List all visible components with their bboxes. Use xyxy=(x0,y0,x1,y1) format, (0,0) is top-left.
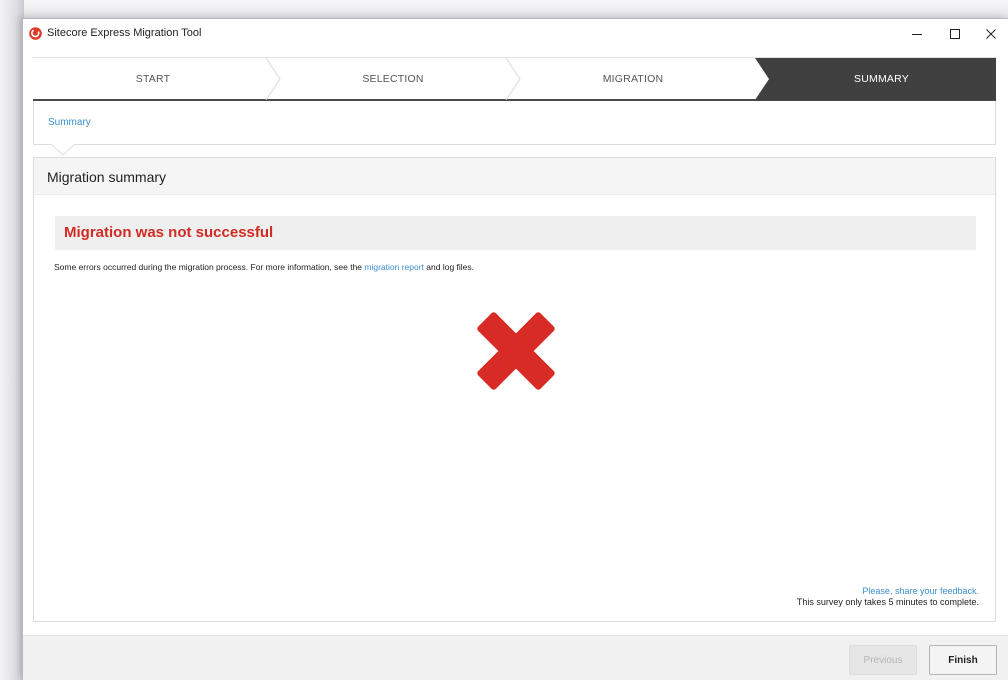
window-title: Sitecore Express Migration Tool xyxy=(47,27,202,39)
title-bar[interactable]: Sitecore Express Migration Tool xyxy=(23,19,1008,49)
desktop-backdrop-top xyxy=(0,0,1008,20)
feedback-section: Please, share your feedback. This survey… xyxy=(797,586,979,608)
minimize-icon xyxy=(912,34,922,35)
step-summary: SUMMARY xyxy=(755,58,996,100)
finish-button[interactable]: Finish xyxy=(929,645,997,675)
app-window: Sitecore Express Migration Tool START SE xyxy=(22,18,1008,680)
error-title: Migration was not successful xyxy=(64,224,274,241)
feedback-note: This survey only takes 5 minutes to comp… xyxy=(796,597,979,607)
close-icon xyxy=(986,29,996,39)
error-banner: Migration was not successful xyxy=(55,216,976,250)
feedback-link[interactable]: Please, share your feedback. xyxy=(797,586,979,597)
step-selection-label: SELECTION xyxy=(362,73,424,85)
step-start-label: START xyxy=(135,73,171,85)
breadcrumb-pointer-icon xyxy=(51,144,75,156)
desktop-backdrop-left xyxy=(0,0,24,680)
footer-bar: Previous Finish xyxy=(23,635,1008,680)
error-desc-suffix: and log files. xyxy=(423,262,475,272)
step-start: START xyxy=(33,58,273,100)
error-description: Some errors occurred during the migratio… xyxy=(54,262,474,272)
error-x-icon xyxy=(477,312,555,390)
close-button[interactable] xyxy=(973,19,1008,49)
step-migration: MIGRATION xyxy=(513,58,753,100)
error-desc-text: Some errors occurred during the migratio… xyxy=(54,262,365,272)
panel-header: Migration summary xyxy=(34,158,995,195)
breadcrumb-summary-link[interactable]: Summary xyxy=(48,117,91,128)
step-summary-label: SUMMARY xyxy=(854,73,909,85)
maximize-button[interactable] xyxy=(937,19,973,49)
step-migration-label: MIGRATION xyxy=(602,73,664,85)
panel-title: Migration summary xyxy=(47,169,167,185)
summary-panel: Migration summary Migration was not succ… xyxy=(33,157,996,622)
wizard-steps: START SELECTION MIGRATION SUMMARY xyxy=(33,57,996,101)
breadcrumb: Summary xyxy=(33,101,996,145)
maximize-icon xyxy=(950,29,960,39)
previous-button[interactable]: Previous xyxy=(849,645,917,675)
sitecore-logo-icon xyxy=(29,27,42,40)
step-selection: SELECTION xyxy=(273,58,513,100)
migration-report-link[interactable]: migration report xyxy=(364,262,424,272)
minimize-button[interactable] xyxy=(899,19,935,49)
